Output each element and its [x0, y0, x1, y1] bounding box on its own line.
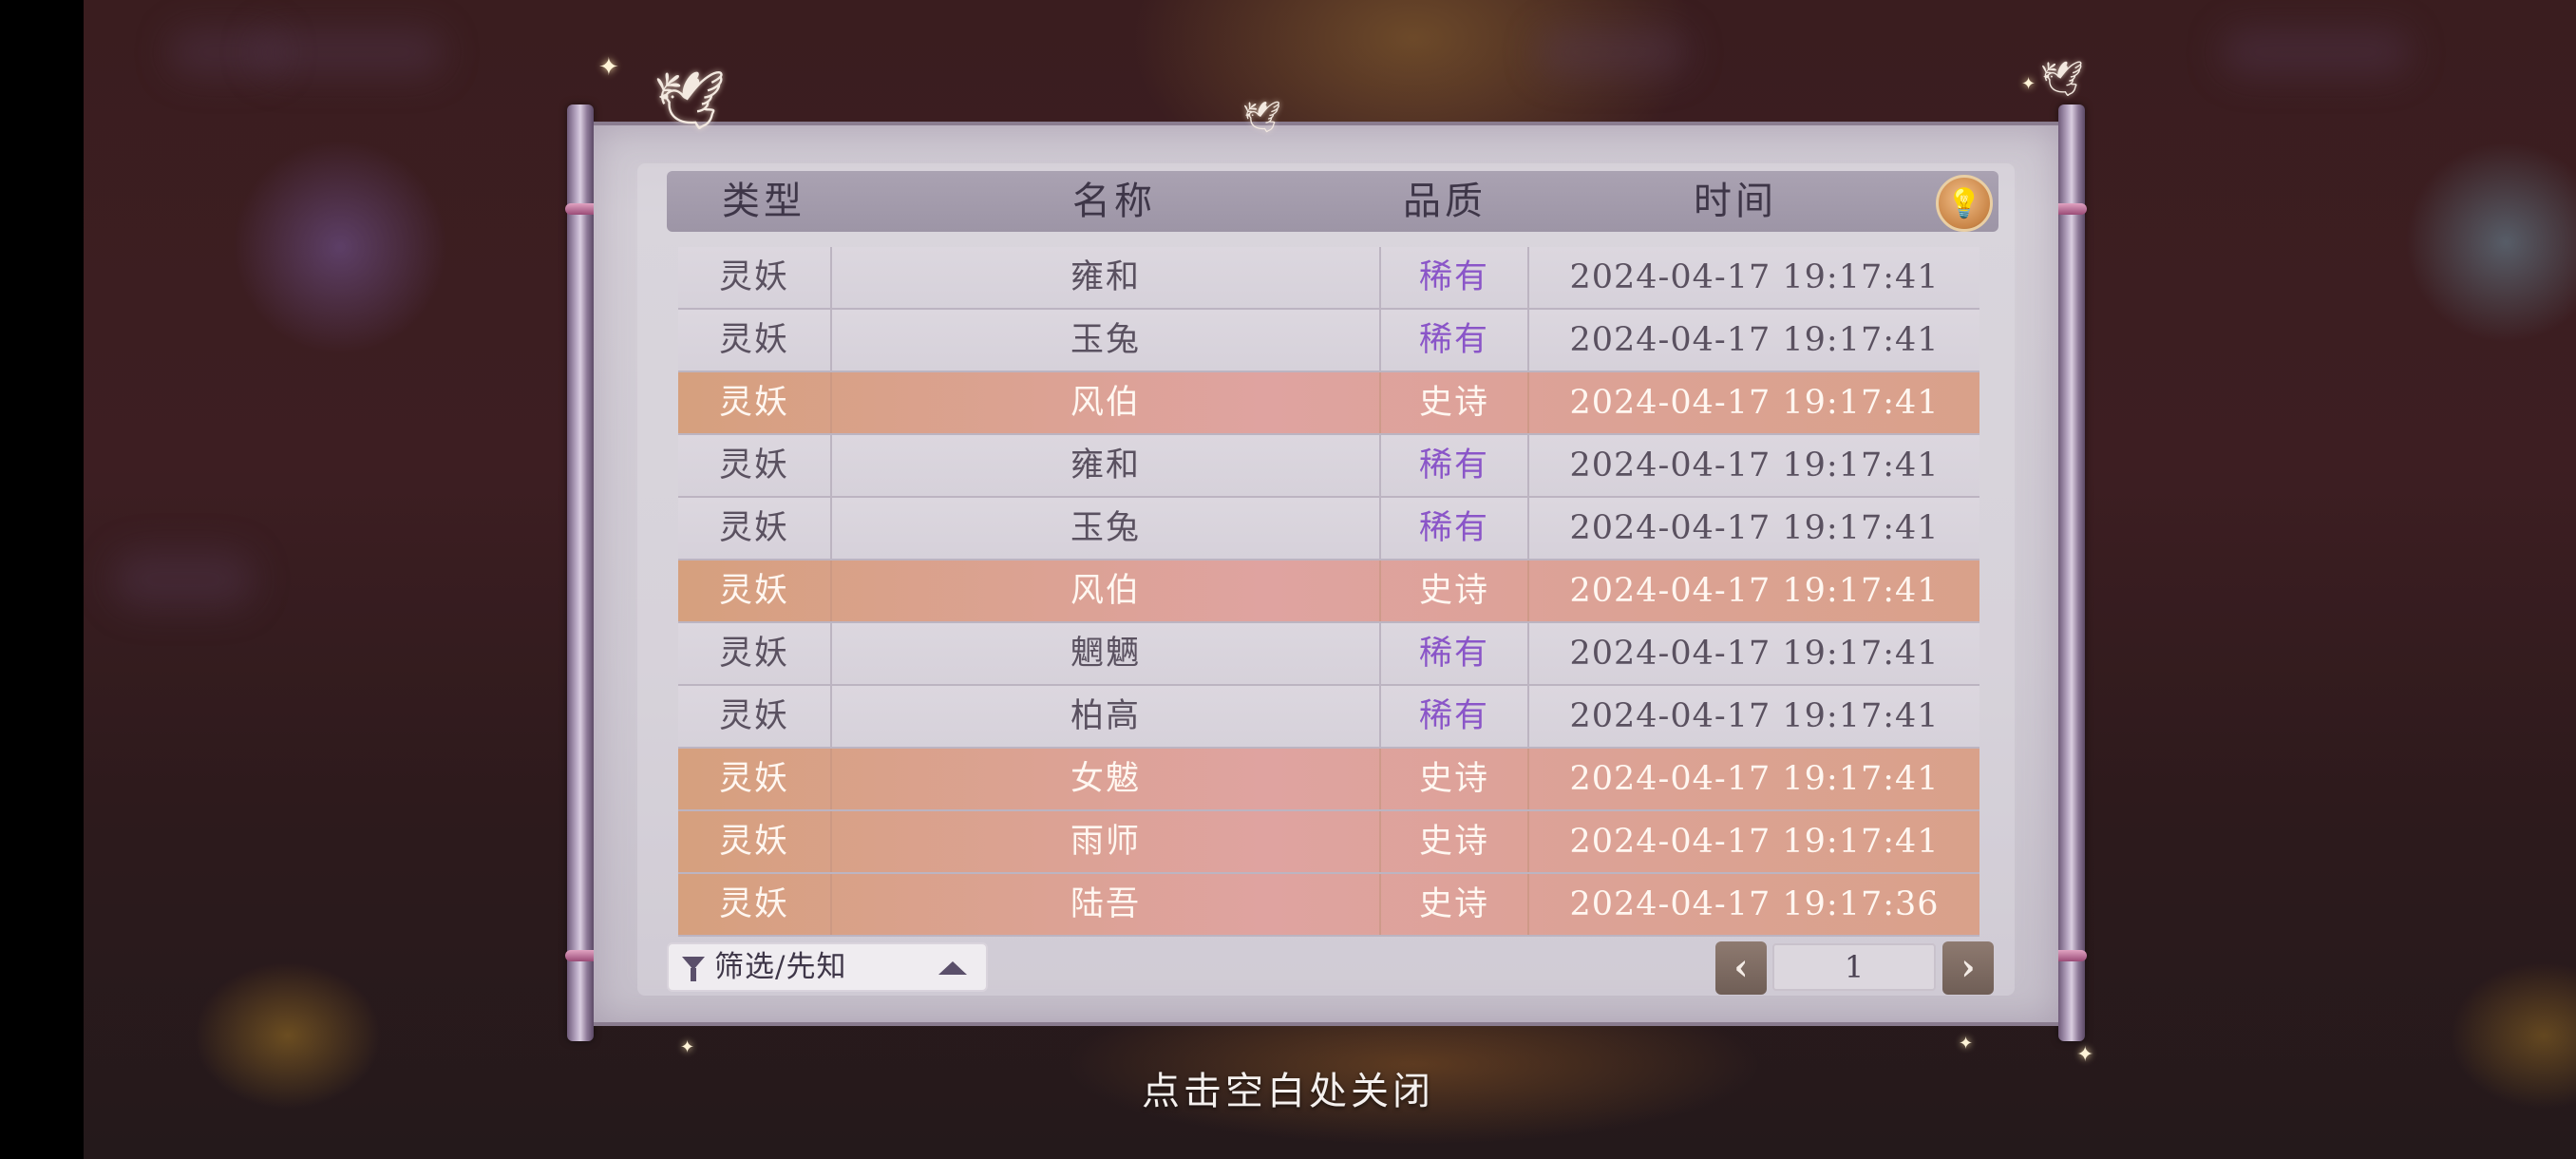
sparkle-icon: ✦	[2021, 74, 2036, 94]
cell-type: 灵妖	[678, 372, 832, 433]
close-hint-text: 点击空白处关闭	[1142, 1070, 1434, 1113]
cell-quality: 稀有	[1381, 435, 1529, 496]
cell-type: 灵妖	[678, 310, 832, 370]
cell-type: 灵妖	[678, 623, 832, 684]
cell-time: 2024-04-17 19:17:41	[1569, 321, 1940, 359]
header-quality: 品质	[1403, 180, 1487, 223]
swallow-icon: 🕊	[1242, 99, 1281, 135]
table-row: 灵妖 魍魉 稀有 2024-04-17 19:17:41	[678, 623, 1979, 686]
funnel-icon	[682, 957, 705, 981]
table-row: 灵妖 陆吾 史诗 2024-04-17 19:17:36	[678, 874, 1979, 937]
cell-name: 雨师	[832, 811, 1381, 872]
cell-type: 灵妖	[678, 686, 832, 747]
cell-quality: 史诗	[1381, 372, 1529, 433]
cell-time: 2024-04-17 19:17:41	[1569, 697, 1940, 735]
table-row: 灵妖 柏高 稀有 2024-04-17 19:17:41	[678, 686, 1979, 749]
table-row: 灵妖 雨师 史诗 2024-04-17 19:17:41	[678, 811, 1979, 874]
cell-type: 灵妖	[678, 874, 832, 935]
chevron-right-icon: ›	[1960, 945, 1976, 988]
table-row: 灵妖 风伯 史诗 2024-04-17 19:17:41	[678, 560, 1979, 623]
cell-quality: 稀有	[1381, 247, 1529, 308]
table-row: 灵妖 玉兔 稀有 2024-04-17 19:17:41	[678, 310, 1979, 372]
sparkle-icon: ✦	[680, 1037, 695, 1057]
cell-time: 2024-04-17 19:17:41	[1569, 760, 1940, 798]
cell-quality: 稀有	[1381, 686, 1529, 747]
table-row: 灵妖 雍和 稀有 2024-04-17 19:17:41	[678, 247, 1979, 310]
cell-type: 灵妖	[678, 811, 832, 872]
cell-name: 风伯	[832, 560, 1381, 621]
cell-name: 柏高	[832, 686, 1381, 747]
table-row: 灵妖 玉兔 稀有 2024-04-17 19:17:41	[678, 498, 1979, 560]
cell-quality: 史诗	[1381, 811, 1529, 872]
filter-dropdown[interactable]: 筛选/先知	[667, 942, 988, 992]
sparkle-icon: ✦	[598, 53, 619, 82]
cell-time: 2024-04-17 19:17:41	[1569, 258, 1940, 296]
cell-name: 女魃	[832, 749, 1381, 809]
table-header: 类型 名称 品质 时间	[667, 171, 1998, 232]
cell-quality: 稀有	[1381, 310, 1529, 370]
caret-up-icon	[938, 961, 967, 975]
cell-quality: 史诗	[1381, 749, 1529, 809]
table-row: 灵妖 女魃 史诗 2024-04-17 19:17:41	[678, 749, 1979, 811]
chevron-left-icon: ‹	[1733, 945, 1749, 988]
header-time: 时间	[1694, 180, 1777, 223]
page-number: 1	[1772, 943, 1936, 991]
cell-time: 2024-04-17 19:17:41	[1569, 509, 1940, 547]
cell-name: 风伯	[832, 372, 1381, 433]
filter-label: 筛选/先知	[714, 950, 847, 984]
cell-time: 2024-04-17 19:17:41	[1569, 823, 1940, 861]
swallow-icon: 🕊	[653, 67, 727, 134]
cell-type: 灵妖	[678, 247, 832, 308]
record-table: 灵妖 雍和 稀有 2024-04-17 19:17:41 灵妖 玉兔 稀有 2024-04-1…	[678, 247, 1979, 937]
sparkle-icon: ✦	[2076, 1043, 2094, 1067]
cell-name: 玉兔	[832, 498, 1381, 559]
cell-type: 灵妖	[678, 749, 832, 809]
cell-name: 雍和	[832, 435, 1381, 496]
next-page-button[interactable]: ›	[1942, 941, 1994, 995]
cell-time: 2024-04-17 19:17:41	[1569, 635, 1940, 673]
table-row: 灵妖 雍和 稀有 2024-04-17 19:17:41	[678, 435, 1979, 498]
cell-quality: 史诗	[1381, 560, 1529, 621]
prev-page-button[interactable]: ‹	[1715, 941, 1767, 995]
lightbulb-icon: 💡	[1946, 186, 1982, 220]
swallow-icon: 🕊	[2040, 60, 2084, 99]
cell-type: 灵妖	[678, 435, 832, 496]
scroll-rod-left	[567, 104, 594, 1041]
cell-time: 2024-04-17 19:17:36	[1569, 885, 1940, 923]
header-type: 类型	[722, 180, 805, 223]
table-row: 灵妖 风伯 史诗 2024-04-17 19:17:41	[678, 372, 1979, 435]
cell-time: 2024-04-17 19:17:41	[1569, 384, 1940, 422]
header-name: 名称	[1072, 180, 1156, 223]
cell-name: 陆吾	[832, 874, 1381, 935]
cell-type: 灵妖	[678, 560, 832, 621]
cell-type: 灵妖	[678, 498, 832, 559]
cell-quality: 史诗	[1381, 874, 1529, 935]
cell-name: 玉兔	[832, 310, 1381, 370]
cell-quality: 稀有	[1381, 498, 1529, 559]
lightbulb-hint-button[interactable]: 💡	[1936, 175, 1993, 232]
sparkle-icon: ✦	[1959, 1034, 1974, 1054]
scroll-rod-right	[2058, 104, 2085, 1041]
cell-name: 雍和	[832, 247, 1381, 308]
cell-name: 魍魉	[832, 623, 1381, 684]
cell-time: 2024-04-17 19:17:41	[1569, 446, 1940, 484]
cell-time: 2024-04-17 19:17:41	[1569, 572, 1940, 610]
cell-quality: 稀有	[1381, 623, 1529, 684]
